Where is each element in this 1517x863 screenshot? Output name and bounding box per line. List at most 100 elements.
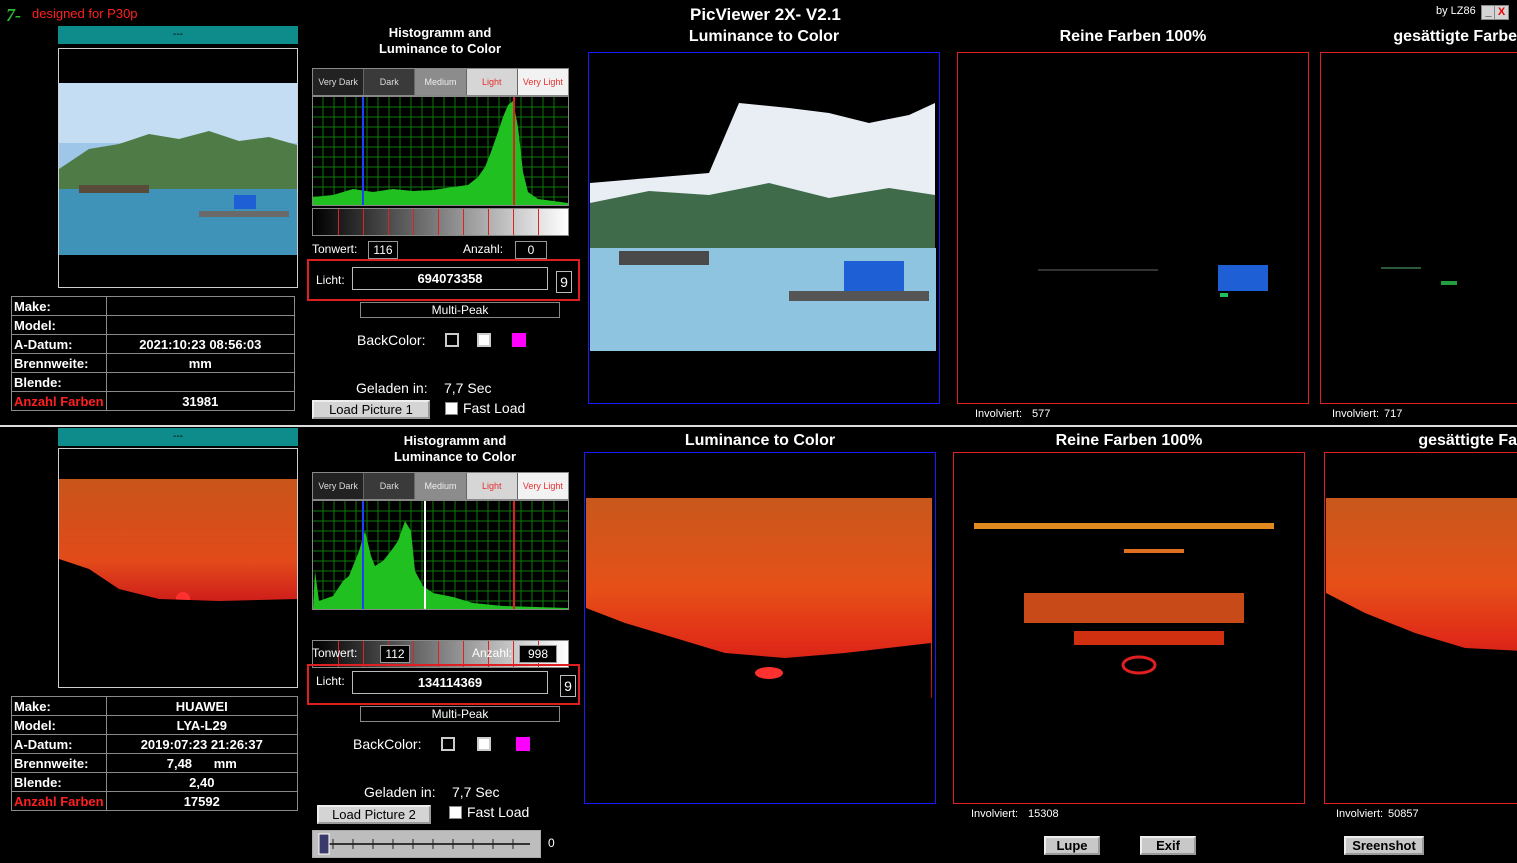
- exif-label: Blende:: [11, 772, 107, 792]
- app-logo: 7-: [6, 5, 21, 25]
- lum-light[interactable]: Light: [466, 473, 518, 499]
- exif-row: Brennweite: mm: [11, 353, 296, 373]
- lum-dark[interactable]: Dark: [364, 69, 416, 95]
- licht-steps-2[interactable]: 9: [560, 675, 576, 697]
- lupe-button[interactable]: Lupe: [1044, 836, 1100, 855]
- zoom-slider[interactable]: [312, 830, 541, 858]
- exif-label: A-Datum:: [11, 734, 107, 754]
- lum-dark[interactable]: Dark: [364, 473, 416, 499]
- thumbnail-image: [59, 83, 297, 255]
- tonwert-label-2: Tonwert:: [312, 646, 358, 660]
- fast-load-checkbox[interactable]: [445, 402, 458, 415]
- lum-very-light[interactable]: Very Light: [517, 473, 569, 499]
- lum-medium[interactable]: Medium: [415, 69, 467, 95]
- fast-load-label-2: Fast Load: [467, 804, 530, 820]
- load-picture-2-button[interactable]: Load Picture 2: [317, 805, 431, 824]
- screenshot-button[interactable]: Sreenshot: [1344, 836, 1424, 855]
- exif-label: A-Datum:: [11, 334, 107, 354]
- lum-very-dark[interactable]: Very Dark: [313, 473, 365, 499]
- thumbnail-frame-2[interactable]: [58, 448, 298, 688]
- involviert-label-4: Involviert:: [1336, 808, 1384, 820]
- lum-very-dark[interactable]: Very Dark: [313, 69, 365, 95]
- lum-very-light[interactable]: Very Light: [517, 69, 569, 95]
- exif-value: 2,40: [105, 772, 299, 792]
- luminance-image: [590, 101, 936, 351]
- exif-label: Brennweite:: [11, 753, 107, 773]
- app-tagline: designed for P30p: [32, 6, 138, 21]
- multi-peak-button[interactable]: Multi-Peak: [360, 302, 560, 318]
- backcolor-label: BackColor:: [357, 332, 426, 348]
- luminance-to-color-panel-2[interactable]: [584, 452, 936, 804]
- panel-pure-title: Reine Farben 100%: [1059, 28, 1207, 45]
- backcolor-label-2: BackColor:: [353, 736, 422, 752]
- saturated-colors-image: [1381, 267, 1457, 285]
- backcolor-black-swatch[interactable]: [445, 333, 459, 347]
- brennweite-unit: mm: [213, 755, 237, 771]
- brennweite-value: 7,48: [166, 755, 193, 771]
- involviert-label-2: Involviert:: [971, 808, 1019, 820]
- involviert-value-3: 717: [1384, 408, 1403, 420]
- luminance-gradient-bar: [312, 208, 569, 236]
- lum-light[interactable]: Light: [466, 69, 518, 95]
- thumbnail-frame[interactable]: [58, 48, 298, 288]
- load-picture-1-button[interactable]: Load Picture 1: [312, 400, 430, 419]
- exif-value: LYA-L29: [105, 715, 299, 735]
- luminance-selector: Very Dark Dark Medium Light Very Light: [312, 68, 569, 96]
- pure-colors-panel-2[interactable]: [953, 452, 1305, 804]
- saturated-colors-image-2: [1326, 498, 1517, 803]
- exif-label: Model:: [11, 315, 107, 335]
- exif-row: Anzahl Farben 31981: [11, 391, 296, 411]
- exif-value: [105, 372, 296, 392]
- anzahl-label: Anzahl:: [463, 242, 504, 256]
- geladen-value: 7,7 Sec: [444, 380, 492, 396]
- involviert-value: 577: [1032, 408, 1051, 420]
- histogram-chart-2[interactable]: [312, 500, 569, 610]
- geladen-value-2: 7,7 Sec: [452, 784, 500, 800]
- panel-lum-title: Luminance to Color: [688, 28, 840, 45]
- luminance-to-color-panel[interactable]: [588, 52, 940, 404]
- involviert-label: Involviert:: [975, 408, 1023, 420]
- histogram-title-line2: Luminance to Color: [378, 41, 502, 56]
- exif-row: Model: LYA-L29: [11, 715, 299, 735]
- involviert-value-4: 50857: [1388, 808, 1419, 820]
- fast-load-label: Fast Load: [463, 400, 526, 416]
- histogram-svg: [313, 97, 568, 205]
- exif-label: Make:: [11, 696, 107, 716]
- backcolor-white-swatch[interactable]: [477, 333, 491, 347]
- panel-lum-title-2: Luminance to Color: [684, 432, 836, 449]
- backcolor-black-swatch-2[interactable]: [441, 737, 455, 751]
- histogram-svg-2: [313, 501, 568, 609]
- panel-saturated-title: gesättigte Farbe: [1393, 28, 1517, 45]
- histogram-chart[interactable]: [312, 96, 569, 206]
- exif-value: [105, 296, 296, 316]
- luminance-image-2: [586, 498, 932, 803]
- histogram-title: Histogramm and Luminance to Color: [340, 25, 540, 57]
- exif-row: Anzahl Farben 17592: [11, 791, 299, 811]
- saturated-colors-panel[interactable]: [1320, 52, 1517, 404]
- exif-value: HUAWEI: [105, 696, 299, 716]
- colors-count-value: 31981: [105, 391, 296, 411]
- multi-peak-button-2[interactable]: Multi-Peak: [360, 706, 560, 722]
- panel-pure-title-2: Reine Farben 100%: [1055, 432, 1203, 449]
- thumbnail-header-2: ---: [58, 428, 298, 446]
- exif-label: Blende:: [11, 372, 107, 392]
- saturated-colors-panel-2[interactable]: [1324, 452, 1517, 804]
- lum-medium[interactable]: Medium: [415, 473, 467, 499]
- fast-load-checkbox-2[interactable]: [449, 806, 462, 819]
- exif-value: 2021:10:23 08:56:03: [105, 334, 296, 354]
- slider-track: [318, 833, 530, 855]
- exif-label: Make:: [11, 296, 107, 316]
- licht-value: 694073358: [352, 267, 548, 290]
- backcolor-white-swatch-2[interactable]: [477, 737, 491, 751]
- luminance-selector-2: Very Dark Dark Medium Light Very Light: [312, 472, 569, 500]
- close-button[interactable]: X: [1494, 5, 1509, 20]
- pure-colors-panel[interactable]: [957, 52, 1309, 404]
- backcolor-magenta-swatch-2[interactable]: [516, 737, 530, 751]
- exif-row: Make: HUAWEI: [11, 696, 299, 716]
- backcolor-magenta-swatch[interactable]: [512, 333, 526, 347]
- colors-count-value-2: 17592: [105, 791, 299, 811]
- exif-button[interactable]: Exif: [1140, 836, 1196, 855]
- licht-label: Licht:: [316, 273, 345, 287]
- app-title: PicViewer 2X- V2.1: [690, 5, 841, 24]
- licht-steps[interactable]: 9: [556, 271, 572, 293]
